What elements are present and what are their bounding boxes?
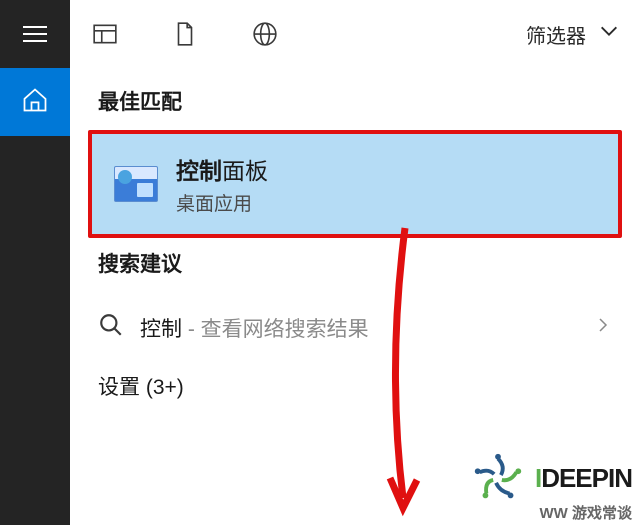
search-text: 控制 - 查看网络搜索结果 — [140, 313, 369, 343]
chevron-right-icon — [594, 316, 612, 339]
filter-dropdown[interactable]: 筛选器 — [526, 20, 620, 49]
watermark-sub: WW 游戏常谈 — [540, 502, 632, 523]
document-button[interactable] — [170, 19, 200, 49]
search-suggestion-item[interactable]: 控制 - 查看网络搜索结果 — [70, 292, 640, 363]
highlight-box: 控制面板 桌面应用 — [88, 130, 622, 238]
chevron-down-icon — [598, 20, 620, 48]
apps-icon — [92, 21, 118, 47]
control-panel-icon — [114, 166, 158, 202]
globe-icon — [252, 21, 278, 47]
watermark-logo-icon — [469, 449, 527, 507]
result-title: 控制面板 — [176, 152, 268, 186]
apps-button[interactable] — [90, 19, 120, 49]
result-subtitle: 桌面应用 — [176, 189, 268, 216]
search-icon — [98, 312, 124, 343]
home-icon — [21, 86, 49, 119]
toolbar: 筛选器 — [70, 0, 640, 68]
content-area: 筛选器 最佳匹配 控制面板 桌面应用 搜索建议 — [70, 0, 640, 525]
menu-button[interactable] — [0, 0, 70, 68]
home-button[interactable] — [0, 68, 70, 136]
watermark: IDEEPIN — [469, 449, 632, 507]
hamburger-icon — [23, 26, 47, 42]
result-control-panel[interactable]: 控制面板 桌面应用 — [92, 134, 618, 234]
document-icon — [172, 21, 198, 47]
sidebar — [0, 0, 70, 525]
search-suggestions-section: 搜索建议 控制 - 查看网络搜索结果 — [70, 238, 640, 363]
search-suggestions-header: 搜索建议 — [70, 238, 640, 292]
result-text: 控制面板 桌面应用 — [176, 152, 268, 216]
watermark-brand: IDEEPIN — [535, 463, 632, 494]
web-button[interactable] — [250, 19, 280, 49]
filter-label: 筛选器 — [526, 20, 586, 49]
settings-label[interactable]: 设置 (3+) — [70, 363, 640, 409]
best-match-header: 最佳匹配 — [70, 68, 640, 130]
